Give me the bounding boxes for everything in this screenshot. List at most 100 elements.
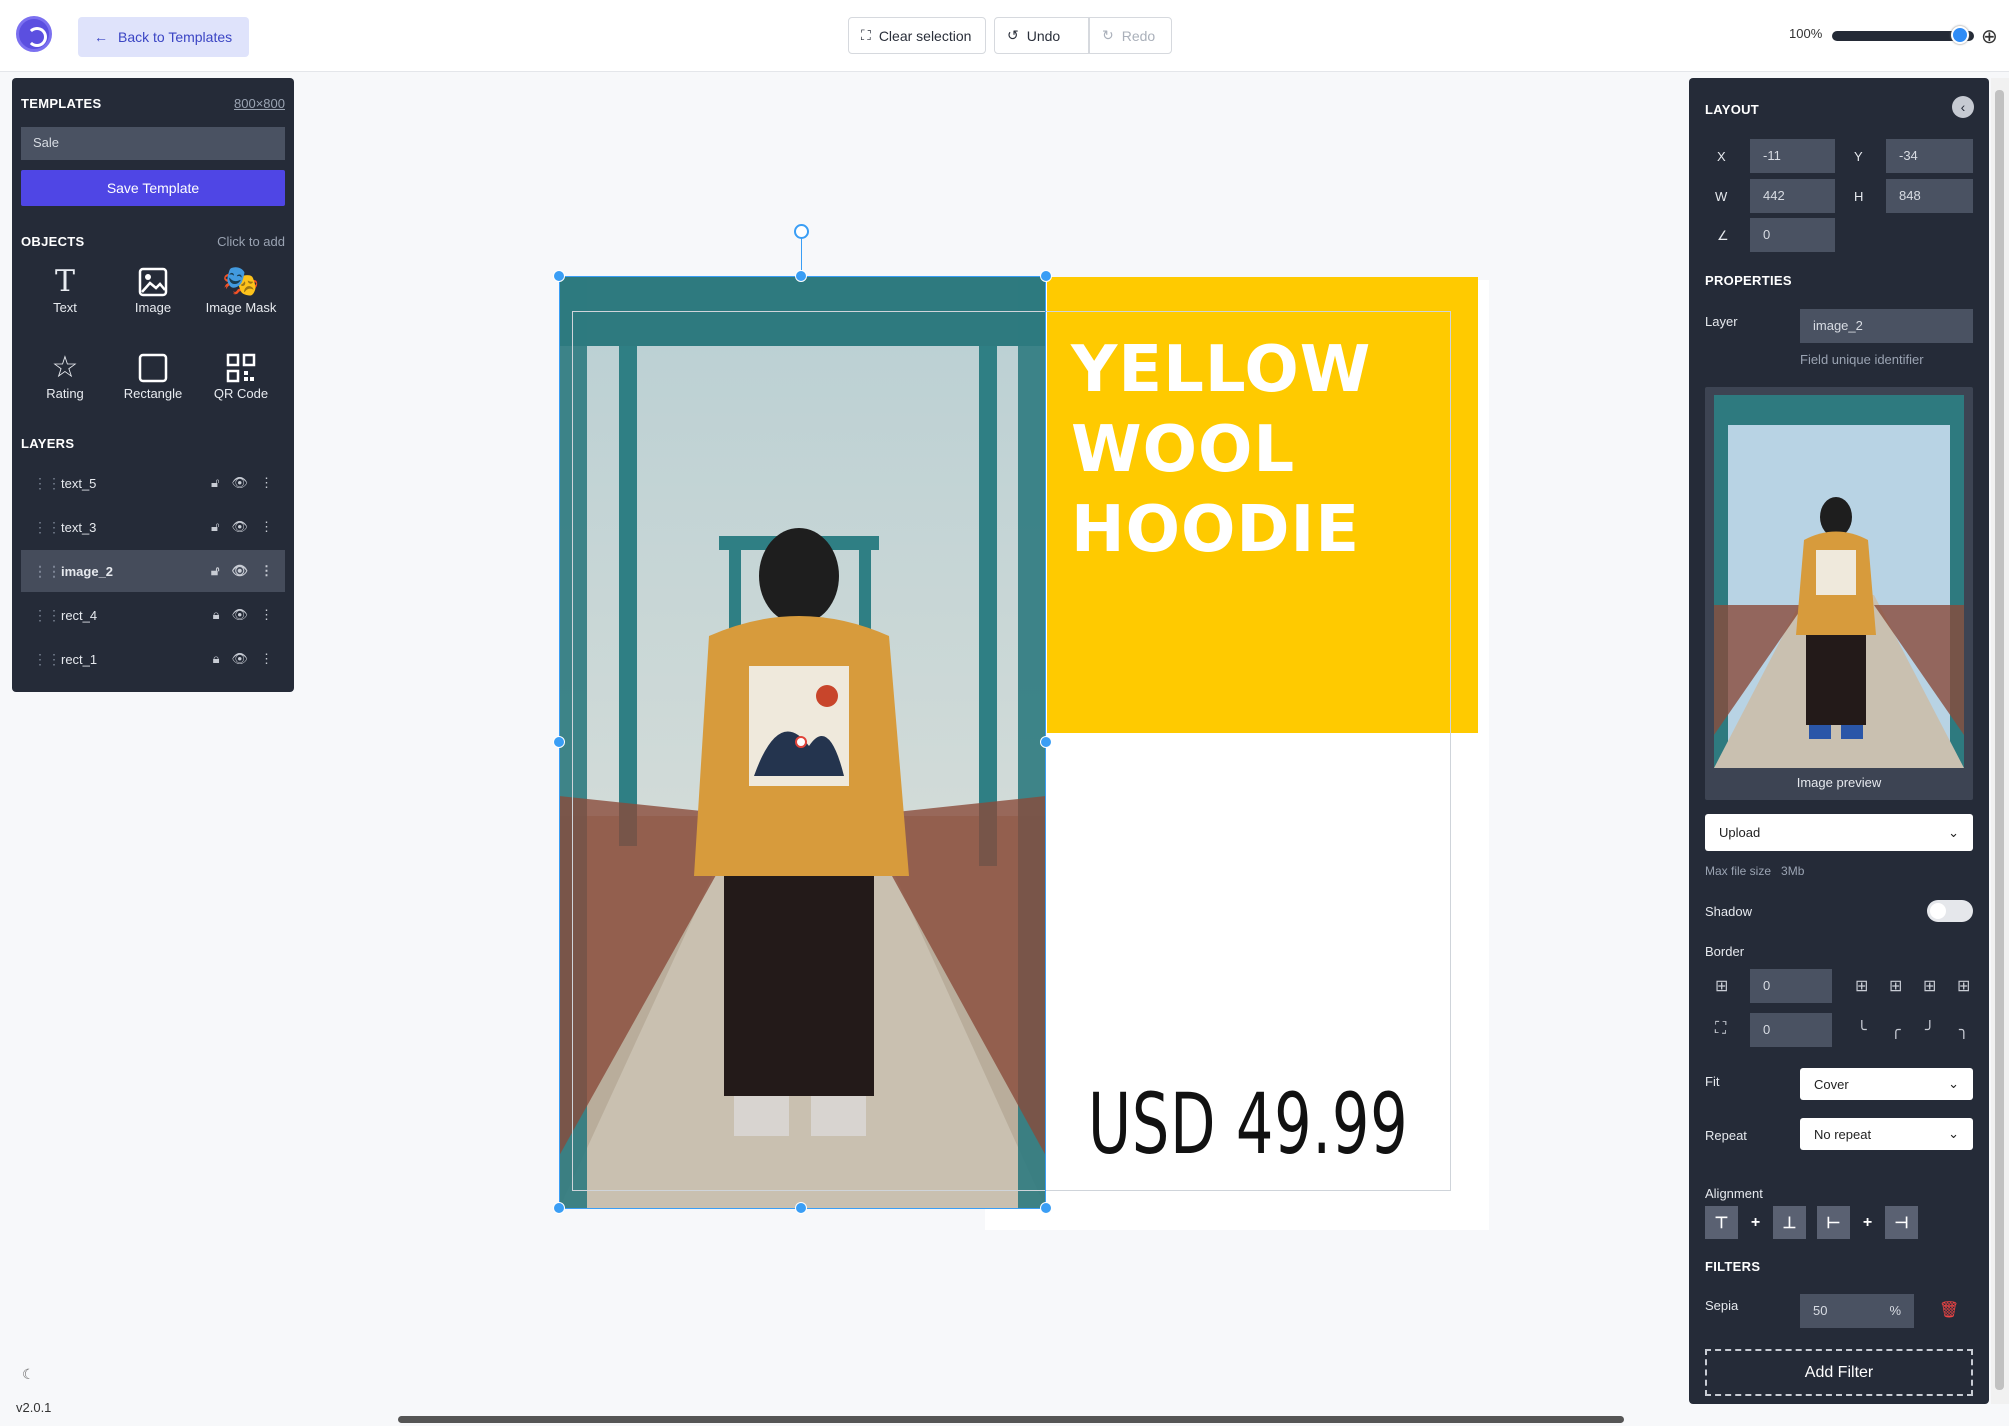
more-icon[interactable]: ⋮	[260, 651, 273, 667]
drag-handle-icon[interactable]: ⋮⋮	[33, 651, 61, 668]
rotate-handle[interactable]	[794, 224, 809, 239]
resize-handle-top-left[interactable]	[553, 270, 565, 282]
radius-top-left-icon[interactable]: ╭	[1891, 1020, 1901, 1040]
drag-handle-icon[interactable]: ⋮⋮	[33, 519, 61, 536]
border-radius-input[interactable]: 0	[1750, 1013, 1832, 1047]
sepia-value-input[interactable]: 50 %	[1800, 1294, 1914, 1328]
theme-toggle-icon[interactable]: ☾	[22, 1366, 35, 1383]
layer-row-text-5[interactable]: ⋮⋮ text_5 🔓︎ 👁︎ ⋮	[21, 462, 285, 504]
layer-label: Layer	[1705, 314, 1738, 329]
clear-selection-button[interactable]: ⛶ Clear selection	[848, 17, 986, 54]
align-left-icon[interactable]: ⊢	[1817, 1206, 1850, 1239]
layer-row-rect-1[interactable]: ⋮⋮ rect_1 🔒︎ 👁︎ ⋮	[21, 638, 285, 680]
canvas-horizontal-scrollbar[interactable]	[398, 1416, 1624, 1423]
collapse-panel-icon[interactable]: ‹	[1952, 96, 1974, 118]
delete-filter-icon[interactable]: 🗑︎	[1939, 1300, 1959, 1320]
sepia-label: Sepia	[1705, 1298, 1739, 1313]
height-input[interactable]: 848	[1886, 179, 1973, 213]
layer-row-rect-4[interactable]: ⋮⋮ rect_4 🔒︎ 👁︎ ⋮	[21, 594, 285, 636]
add-qrcode-object[interactable]: QR Code	[201, 350, 281, 420]
chevron-down-icon: ⌄	[1948, 1126, 1959, 1141]
fit-label: Fit	[1705, 1074, 1720, 1089]
align-right-icon[interactable]: ⊣	[1885, 1206, 1918, 1239]
border-right-icon[interactable]: ⊞	[1923, 976, 1936, 996]
chevron-down-icon: ⌄	[1948, 1076, 1959, 1091]
border-all-icon[interactable]: ⊞	[1715, 976, 1728, 996]
radius-top-right-icon[interactable]: ╮	[1959, 1020, 1969, 1040]
app-logo[interactable]	[16, 16, 52, 52]
arrow-left-icon: ←	[94, 29, 108, 45]
drag-handle-icon[interactable]: ⋮⋮	[33, 475, 61, 492]
more-icon[interactable]: ⋮	[260, 563, 273, 579]
more-icon[interactable]: ⋮	[260, 475, 273, 491]
add-image-object[interactable]: Image	[113, 264, 193, 334]
panel-scrollbar-thumb[interactable]	[1995, 90, 2004, 1390]
canvas-price-text[interactable]: USD 49.99	[1088, 1075, 1408, 1173]
resize-handle-right[interactable]	[1040, 736, 1052, 748]
radius-bottom-right-icon[interactable]: ╯	[1925, 1020, 1935, 1040]
save-template-button[interactable]: Save Template	[21, 170, 285, 206]
resize-handle-left[interactable]	[553, 736, 565, 748]
border-top-icon[interactable]: ⊞	[1889, 976, 1902, 996]
resize-handle-top[interactable]	[795, 270, 807, 282]
canvas-headline-text[interactable]: YELLOW WOOL HOODIE	[1071, 330, 1371, 570]
center-anchor[interactable]	[795, 736, 807, 748]
add-filter-button[interactable]: Add Filter	[1705, 1349, 1973, 1396]
border-left-icon[interactable]: ⊞	[1855, 976, 1868, 996]
unlock-icon[interactable]: 🔓︎	[211, 519, 219, 535]
template-name-input[interactable]: Sale	[21, 127, 285, 160]
more-icon[interactable]: ⋮	[260, 519, 273, 535]
add-text-object[interactable]: T Text	[25, 264, 105, 334]
align-top-icon[interactable]: ⊤	[1705, 1206, 1738, 1239]
add-rectangle-object[interactable]: Rectangle	[113, 350, 193, 420]
width-input[interactable]: 442	[1750, 179, 1835, 213]
upload-select[interactable]: Upload ⌄	[1705, 814, 1973, 851]
eye-icon[interactable]: 👁︎	[231, 651, 248, 667]
back-to-templates-button[interactable]: ← Back to Templates	[78, 17, 249, 57]
eye-icon[interactable]: 👁︎	[231, 475, 248, 491]
layer-row-text-3[interactable]: ⋮⋮ text_3 🔓︎ 👁︎ ⋮	[21, 506, 285, 548]
resize-handle-bottom[interactable]	[795, 1202, 807, 1214]
unlock-icon[interactable]: 🔓︎	[211, 475, 219, 491]
eye-icon[interactable]: 👁︎	[231, 519, 248, 535]
template-size-link[interactable]: 800×800	[234, 96, 285, 111]
redo-button[interactable]: ↻ Redo	[1089, 17, 1172, 54]
unlock-icon[interactable]: 🔓︎	[211, 563, 219, 579]
more-icon[interactable]: ⋮	[260, 607, 273, 623]
object-label: Rating	[46, 386, 84, 401]
resize-handle-bottom-right[interactable]	[1040, 1202, 1052, 1214]
undo-button[interactable]: ↺ Undo	[994, 17, 1089, 54]
repeat-select[interactable]: No repeat ⌄	[1800, 1118, 1973, 1150]
sepia-unit: %	[1889, 1303, 1901, 1318]
zoom-in-icon[interactable]: ⊕	[1981, 24, 1998, 49]
border-width-input[interactable]: 0	[1750, 969, 1832, 1003]
border-bottom-icon[interactable]: ⊞	[1957, 976, 1970, 996]
zoom-slider-handle[interactable]	[1950, 26, 1969, 44]
layer-row-image-2[interactable]: ⋮⋮ image_2 🔓︎ 👁︎ ⋮	[21, 550, 285, 592]
angle-input[interactable]: 0	[1750, 218, 1835, 252]
resize-handle-top-right[interactable]	[1040, 270, 1052, 282]
align-middle-icon[interactable]: +	[1739, 1206, 1772, 1239]
lock-icon[interactable]: 🔒︎	[213, 651, 220, 667]
add-image-mask-object[interactable]: 🎭 Image Mask	[201, 264, 281, 334]
drag-handle-icon[interactable]: ⋮⋮	[33, 607, 61, 624]
eye-icon[interactable]: 👁︎	[231, 607, 248, 623]
text-icon: T	[54, 264, 75, 299]
fit-select[interactable]: Cover ⌄	[1800, 1068, 1973, 1100]
layer-id-input[interactable]: image_2	[1800, 309, 1973, 343]
radius-all-icon[interactable]: ⛶	[1715, 1020, 1726, 1038]
align-bottom-icon[interactable]: ⊥	[1773, 1206, 1806, 1239]
shadow-toggle[interactable]	[1927, 900, 1973, 922]
redo-label: Redo	[1121, 27, 1156, 44]
x-input[interactable]: -11	[1750, 139, 1835, 173]
eye-icon[interactable]: 👁︎	[231, 563, 248, 579]
radius-bottom-left-icon[interactable]: ╰	[1857, 1020, 1867, 1040]
lock-icon[interactable]: 🔒︎	[213, 607, 220, 623]
layout-title: LAYOUT	[1705, 102, 1760, 117]
resize-handle-bottom-left[interactable]	[553, 1202, 565, 1214]
drag-handle-icon[interactable]: ⋮⋮	[33, 563, 61, 580]
fit-value: Cover	[1814, 1076, 1849, 1092]
y-input[interactable]: -34	[1886, 139, 1973, 173]
align-center-icon[interactable]: +	[1851, 1206, 1884, 1239]
add-rating-object[interactable]: ☆ Rating	[25, 350, 105, 420]
